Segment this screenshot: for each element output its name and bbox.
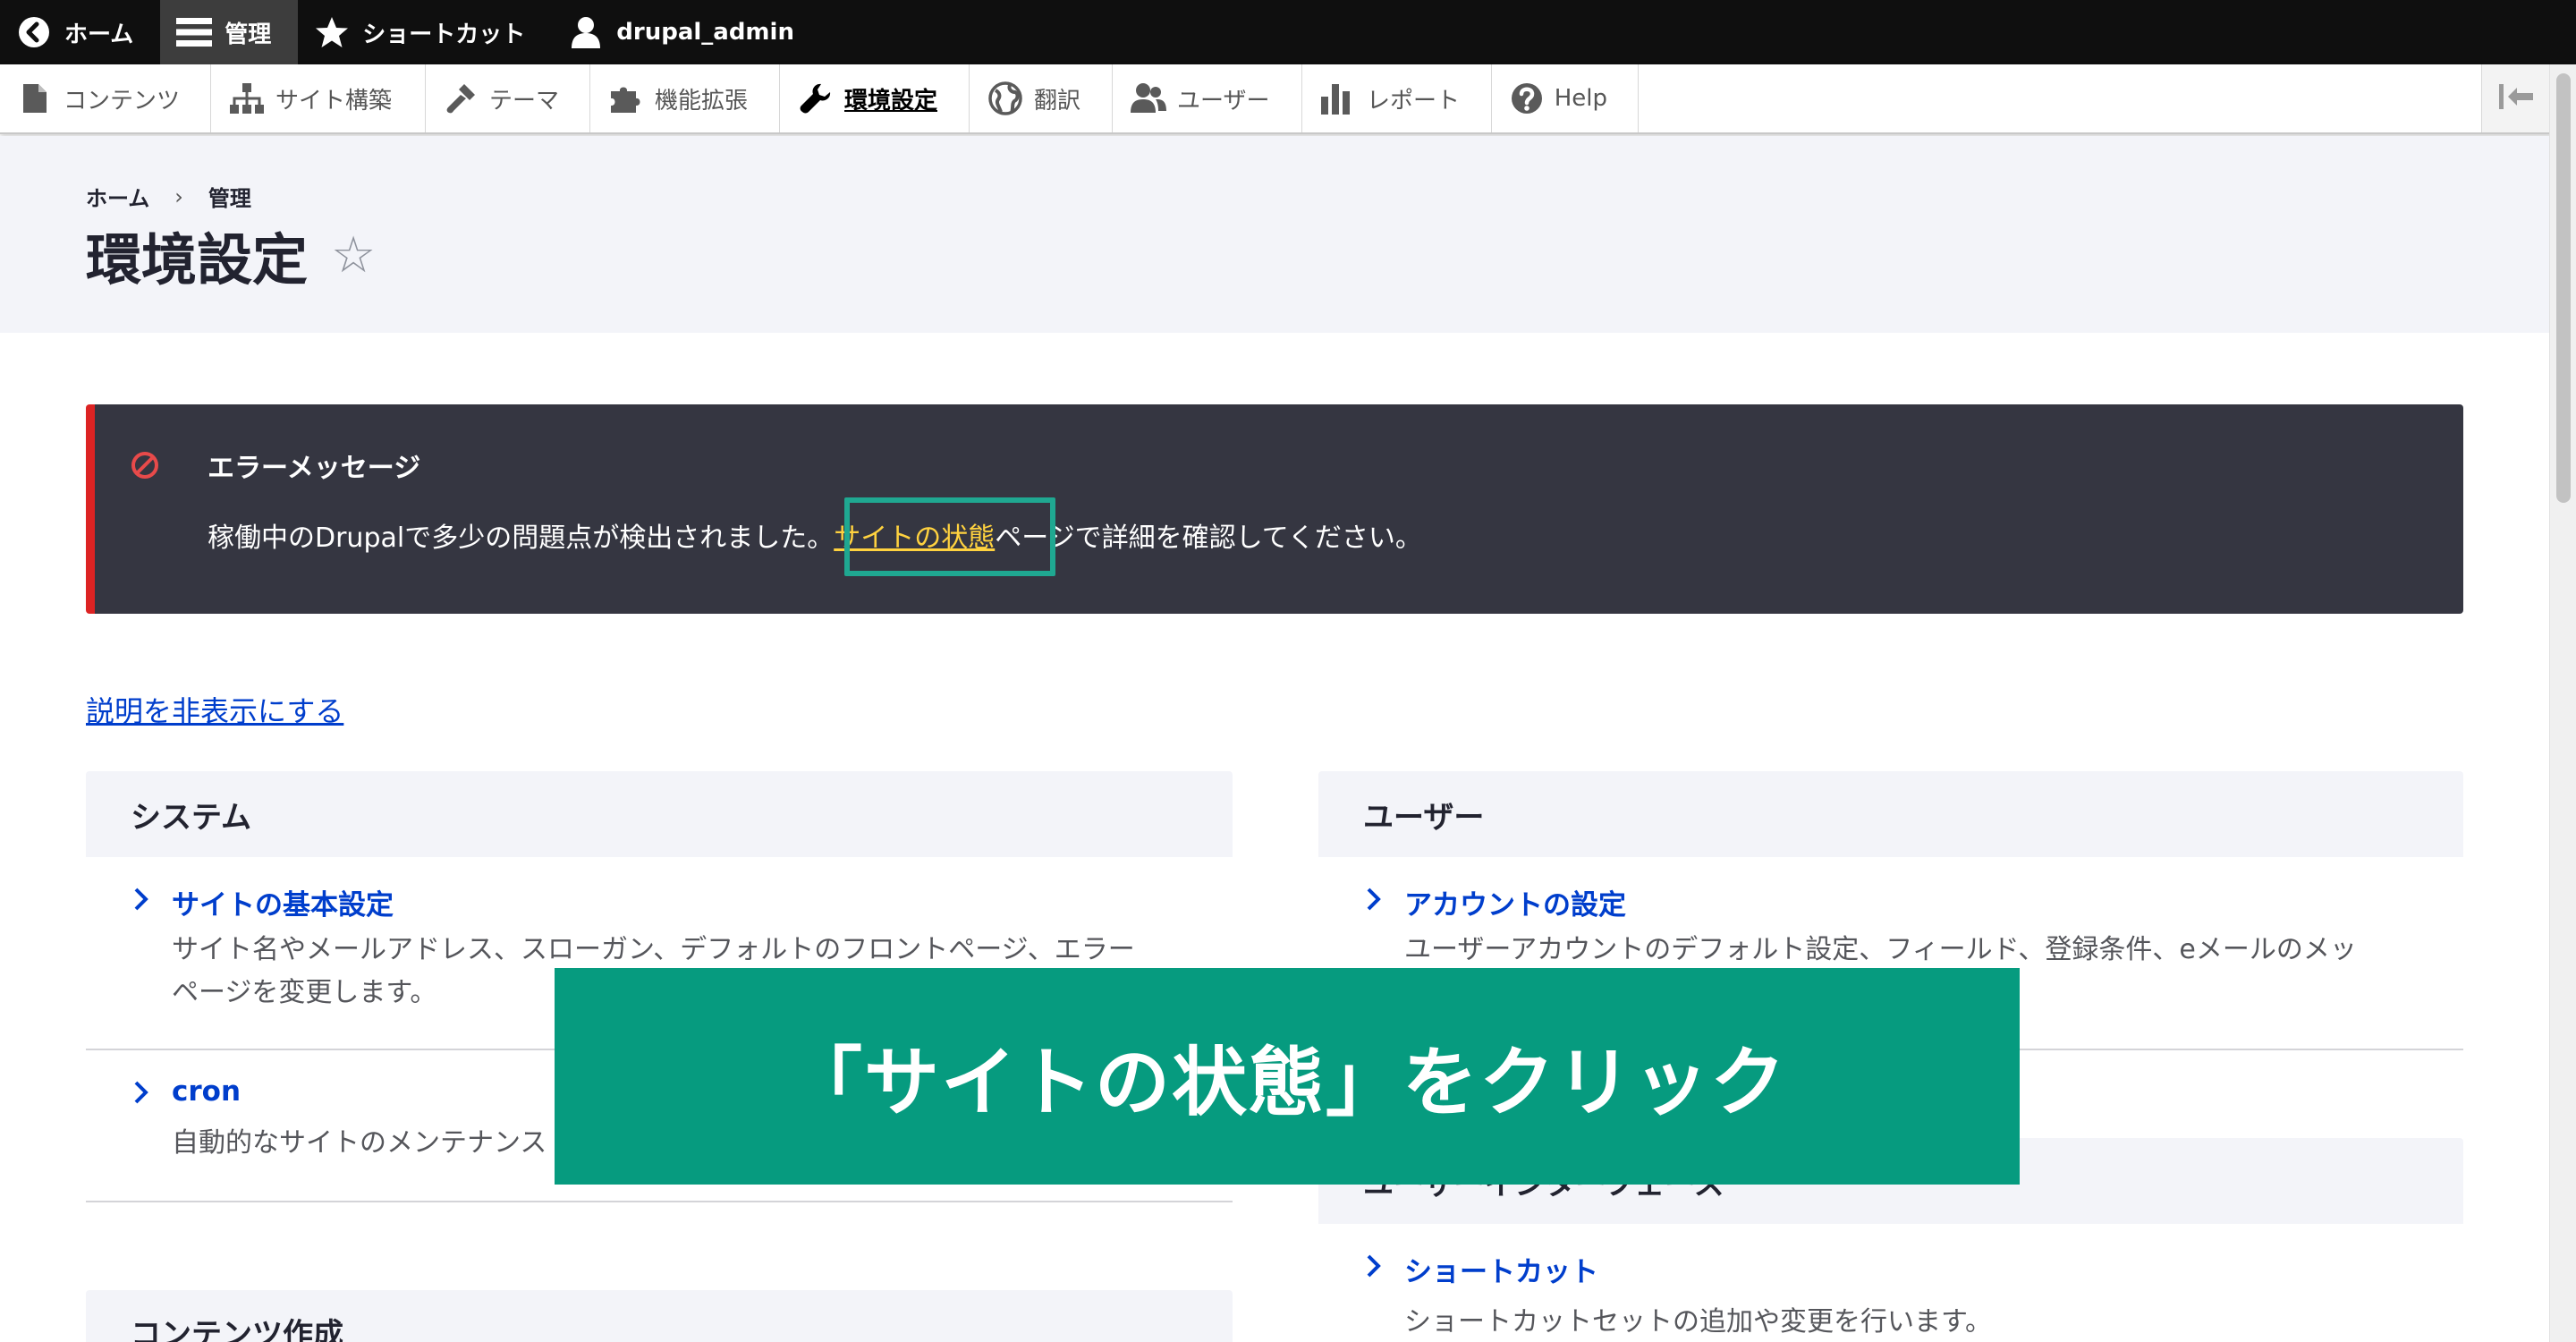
- globe-icon: [987, 81, 1023, 116]
- tray-item-label: 環境設定: [844, 87, 938, 115]
- error-text-before: 稼働中のDrupalで多少の問題点が検出されました。: [208, 522, 835, 554]
- hamburger-icon: [176, 14, 213, 50]
- hide-descriptions-link[interactable]: 説明を非表示にする: [86, 689, 343, 730]
- shortcut-star-icon[interactable]: ☆: [331, 226, 376, 285]
- star-icon: [314, 14, 350, 50]
- admin-toolbar: ホーム 管理 ショートカット drupal_admin: [0, 0, 2576, 64]
- error-text-after: ページで詳細を確認してください。: [995, 522, 1422, 554]
- puzzle-icon: [608, 81, 644, 116]
- tray-item-reports[interactable]: レポート: [1302, 64, 1492, 132]
- panel-title: システム: [86, 771, 1233, 857]
- tray-item-label: 機能拡張: [655, 87, 749, 115]
- panel-title: ユーザー: [1318, 771, 2463, 857]
- toolbar-user[interactable]: drupal_admin: [552, 0, 821, 64]
- toolbar-home[interactable]: ホーム: [0, 0, 160, 64]
- tray-item-structure[interactable]: サイト構築: [211, 64, 426, 132]
- tray-item-configuration[interactable]: 環境設定: [780, 64, 970, 132]
- panel-content-authoring: コンテンツ作成: [86, 1290, 1233, 1342]
- tray-item-help[interactable]: Help: [1492, 64, 1639, 132]
- tray-item-people[interactable]: ユーザー: [1113, 64, 1302, 132]
- user-icon: [568, 14, 604, 50]
- toolbar-home-label: ホーム: [64, 21, 134, 48]
- desc-line: サイト名やメールアドレス、スローガン、デフォルトのフロントページ、エラー: [172, 934, 1135, 965]
- tray-item-label: テーマ: [488, 87, 559, 115]
- paintbrush-icon: [444, 81, 479, 116]
- error-icon: [131, 451, 159, 483]
- collapse-left-icon: [2498, 84, 2533, 113]
- tray-orientation-toggle[interactable]: [2481, 64, 2549, 132]
- error-text: 稼働中のDrupalで多少の問題点が検出されました。サイトの状態ページで詳細を確…: [208, 515, 1422, 555]
- chevron-right-icon: [1365, 886, 1383, 916]
- help-icon: [1510, 81, 1544, 116]
- item-description: ユーザーアカウントのデフォルト設定、フィールド、登録条件、eメールのメッ: [1404, 929, 2460, 972]
- tray-item-label: コンテンツ: [63, 87, 180, 115]
- breadcrumb-manage[interactable]: 管理: [208, 181, 251, 212]
- instruction-caption: 「サイトの状態」をクリック: [555, 968, 2020, 1185]
- chevron-right-icon: [132, 886, 150, 916]
- chevron-right-icon: [132, 1079, 150, 1109]
- breadcrumb: ホーム › 管理: [86, 181, 251, 212]
- toolbar-shortcuts[interactable]: ショートカット: [298, 0, 552, 64]
- document-icon: [18, 81, 53, 116]
- chevron-right-icon: [1365, 1253, 1383, 1283]
- tray-item-label: 翻訳: [1034, 87, 1081, 115]
- bar-chart-icon: [1320, 81, 1356, 116]
- toolbar-shortcuts-label: ショートカット: [362, 21, 526, 48]
- shortcuts-link[interactable]: ショートカット: [1404, 1249, 1598, 1289]
- desc-line: ユーザーアカウントのデフォルト設定、フィールド、登録条件、eメールのメッ: [1404, 934, 2357, 965]
- tray-item-appearance[interactable]: テーマ: [426, 64, 590, 132]
- site-information-link[interactable]: サイトの基本設定: [172, 882, 394, 922]
- toolbar-user-label: drupal_admin: [616, 19, 794, 46]
- breadcrumb-separator: ›: [174, 183, 183, 209]
- account-settings-link[interactable]: アカウントの設定: [1404, 882, 1626, 922]
- tray-item-label: Help: [1554, 85, 1607, 112]
- toolbar-manage[interactable]: 管理: [160, 0, 299, 64]
- back-arrow-icon: [16, 14, 52, 50]
- page-title-row: 環境設定 ☆: [86, 215, 376, 295]
- tray-item-label: レポート: [1367, 87, 1461, 115]
- structure-icon: [229, 81, 265, 116]
- cron-link[interactable]: cron: [172, 1075, 241, 1108]
- breadcrumb-home[interactable]: ホーム: [86, 181, 149, 212]
- highlight-box: [844, 497, 1055, 576]
- admin-tray: コンテンツ サイト構築 テーマ 機能拡張 環境設定 翻訳 ユーザー レポート H…: [0, 64, 2576, 134]
- item-description: ショートカットセットの追加や変更を行います。: [1404, 1301, 2460, 1342]
- scrollbar-thumb[interactable]: [2556, 73, 2571, 503]
- page-title: 環境設定: [86, 227, 309, 293]
- toolbar-manage-label: 管理: [225, 21, 272, 48]
- error-title: エラーメッセージ: [208, 453, 421, 484]
- wrench-icon: [798, 81, 834, 116]
- list-item: ショートカット ショートカットセットの追加や変更を行います。: [1318, 1224, 2463, 1342]
- tray-item-content[interactable]: コンテンツ: [0, 64, 211, 132]
- error-message: エラーメッセージ 稼働中のDrupalで多少の問題点が検出されました。サイトの状…: [86, 404, 2463, 614]
- people-icon: [1131, 81, 1166, 116]
- panel-title: コンテンツ作成: [86, 1290, 1233, 1342]
- vertical-scrollbar[interactable]: [2549, 64, 2576, 1342]
- page-header: ホーム › 管理 環境設定 ☆: [0, 136, 2549, 333]
- tray-item-label: ユーザー: [1177, 87, 1270, 115]
- tray-item-translate[interactable]: 翻訳: [970, 64, 1113, 132]
- tray-item-label: サイト構築: [275, 87, 393, 115]
- desc-line: ショートカットセットの追加や変更を行います。: [1404, 1306, 1992, 1338]
- tray-item-extend[interactable]: 機能拡張: [590, 64, 780, 132]
